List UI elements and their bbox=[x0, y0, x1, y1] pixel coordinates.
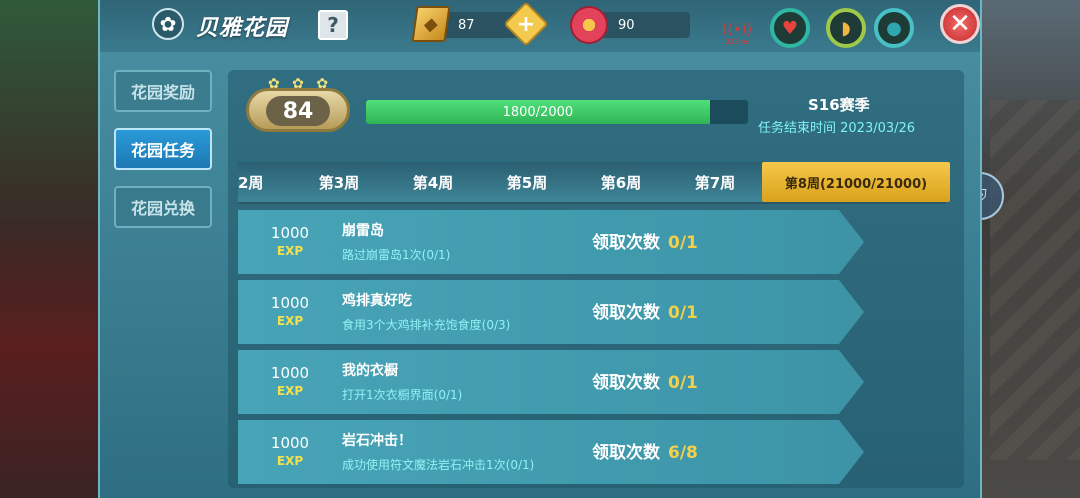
tab-week-5[interactable]: 第5周 bbox=[480, 162, 574, 202]
task-claim: 领取次数 0/1 bbox=[592, 298, 698, 323]
help-button[interactable]: ? bbox=[318, 10, 348, 40]
task-name: 崩雷岛 bbox=[342, 223, 384, 239]
week-tabs: 2周 第3周 第4周 第5周 第6周 第7周 第8周(21000/21000) bbox=[238, 162, 950, 204]
task-exp-label: EXP bbox=[276, 384, 304, 398]
gem-count: 87 bbox=[458, 17, 475, 33]
signal-text: 323ms bbox=[725, 38, 749, 46]
food-icon: ◗ bbox=[841, 17, 851, 39]
task-row[interactable]: 1000 EXP 我的衣橱 打开1次衣橱界面(0/1) 领取次数 0/1 bbox=[238, 350, 864, 414]
task-description: 打开1次衣橱界面(0/1) bbox=[342, 388, 463, 402]
task-claim: 领取次数 6/8 bbox=[592, 438, 698, 463]
progress-text: 1800/2000 bbox=[502, 104, 574, 120]
heart-icon: ♥ bbox=[781, 17, 799, 39]
claim-label: 领取次数 bbox=[592, 233, 660, 253]
claim-label: 领取次数 bbox=[592, 443, 660, 463]
task-name: 我的衣橱 bbox=[342, 363, 398, 379]
level-progress-bar: 1800/2000 bbox=[366, 100, 748, 124]
game-world-right bbox=[980, 0, 1080, 498]
tab-week-8[interactable]: 第8周(21000/21000) bbox=[762, 162, 950, 202]
task-name: 岩石冲击！ bbox=[342, 433, 412, 449]
tab-week-6[interactable]: 第6周 bbox=[574, 162, 668, 202]
hunger-ring[interactable]: ◗ bbox=[826, 8, 866, 48]
task-row[interactable]: 1000 EXP 鸡排真好吃 食用3个大鸡排补充饱食度(0/3) 领取次数 0/1 bbox=[238, 280, 864, 344]
signal-icon: ((•)) 323ms bbox=[722, 22, 753, 46]
tab-week-4[interactable]: 第4周 bbox=[386, 162, 480, 202]
task-claim: 领取次数 0/1 bbox=[592, 228, 698, 253]
flower-count: 90 bbox=[618, 17, 635, 33]
close-icon: ✕ bbox=[949, 9, 971, 39]
sidebar-item-garden-rewards[interactable]: 花园奖励 bbox=[114, 70, 212, 112]
task-description: 食用3个大鸡排补充饱食度(0/3) bbox=[342, 318, 511, 332]
task-row[interactable]: 1000 EXP 岩石冲击！ 成功使用符文魔法岩石冲击1次(0/1) 领取次数 6… bbox=[238, 420, 864, 484]
tab-week-2[interactable]: 2周 bbox=[238, 162, 292, 202]
water-icon: ● bbox=[886, 17, 902, 39]
task-content: ✿ ✿ ✿ 84 1800/2000 S16赛季 任务结束时间 2023/03/… bbox=[228, 70, 964, 488]
window-title: 贝雅花园 bbox=[196, 16, 289, 41]
add-label: + bbox=[516, 11, 536, 37]
task-description: 成功使用符文魔法岩石冲击1次(0/1) bbox=[342, 458, 535, 472]
task-exp-label: EXP bbox=[276, 454, 304, 468]
garden-panel: ✿ 贝雅花园 ? 87 ◆ + 90 ((•)) 323ms ♥ ◗ ● ✕ 花园… bbox=[98, 0, 982, 498]
gem-icon: ◆ bbox=[411, 6, 451, 42]
claim-label: 领取次数 bbox=[592, 373, 660, 393]
claim-count: 0/1 bbox=[668, 233, 698, 253]
task-row[interactable]: 1000 EXP 崩雷岛 路过崩雷岛1次(0/1) 领取次数 0/1 bbox=[238, 210, 864, 274]
tab-week-7[interactable]: 第7周 bbox=[668, 162, 762, 202]
task-name: 鸡排真好吃 bbox=[342, 293, 412, 309]
task-exp-label: EXP bbox=[276, 314, 304, 328]
game-world-left bbox=[0, 0, 100, 498]
task-reward: 1000 bbox=[270, 224, 310, 242]
task-reward: 1000 bbox=[270, 364, 310, 382]
claim-count: 0/1 bbox=[668, 303, 698, 323]
sidebar-item-garden-exchange[interactable]: 花园兑换 bbox=[114, 186, 212, 228]
flower-icon: ✿ bbox=[152, 8, 184, 40]
level-value: 84 bbox=[266, 96, 330, 126]
task-claim: 领取次数 0/1 bbox=[592, 368, 698, 393]
close-button[interactable]: ✕ bbox=[940, 4, 980, 44]
claim-count: 0/1 bbox=[668, 373, 698, 393]
claim-count: 6/8 bbox=[668, 443, 698, 463]
claim-label: 领取次数 bbox=[592, 303, 660, 323]
water-ring[interactable]: ● bbox=[874, 8, 914, 48]
task-reward: 1000 bbox=[270, 434, 310, 452]
task-description: 路过崩雷岛1次(0/1) bbox=[342, 248, 451, 262]
season-name: S16赛季 bbox=[808, 96, 870, 114]
task-exp-label: EXP bbox=[276, 244, 304, 258]
task-reward: 1000 bbox=[270, 294, 310, 312]
flower-currency-icon bbox=[570, 6, 608, 44]
sidebar-item-garden-tasks[interactable]: 花园任务 bbox=[114, 128, 212, 170]
level-badge: ✿ ✿ ✿ 84 bbox=[238, 74, 356, 136]
health-ring[interactable]: ♥ bbox=[770, 8, 810, 48]
season-end-time: 任务结束时间 2023/03/26 bbox=[758, 121, 916, 136]
tab-week-3[interactable]: 第3周 bbox=[292, 162, 386, 202]
